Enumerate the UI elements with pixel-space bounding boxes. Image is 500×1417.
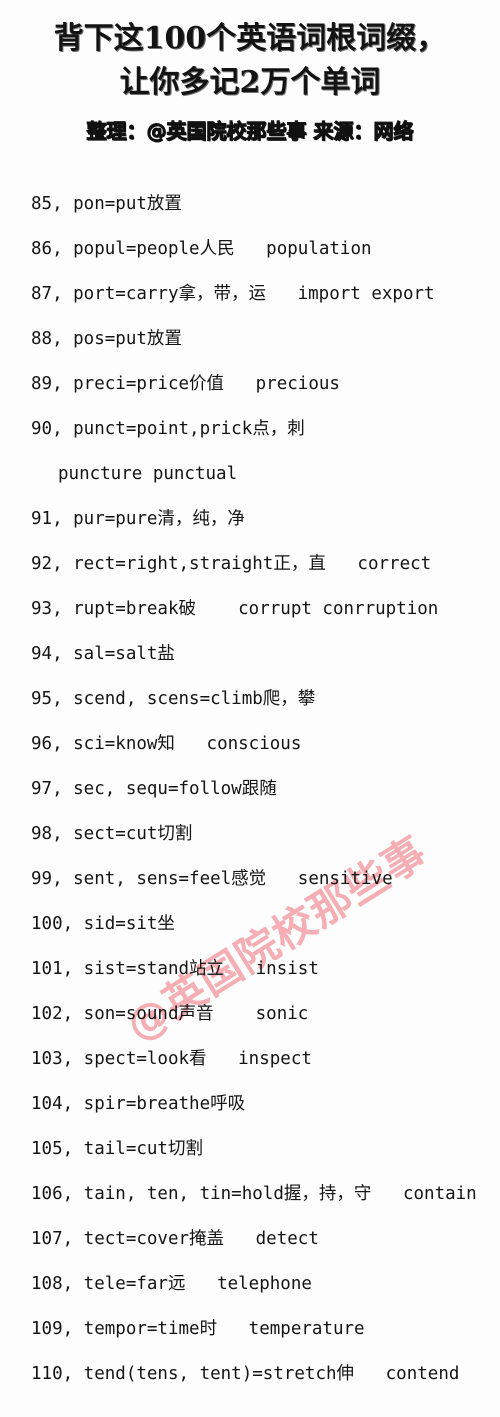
list-item: 104, spir=breathe呼吸	[31, 1094, 246, 1114]
list-item: 106, tain, ten, tin=hold握，持，守 contain	[31, 1184, 477, 1204]
list-item: 89, preci=price价值 precious	[31, 374, 340, 394]
list-item: 85, pon=put放置	[31, 194, 182, 214]
list-item: 103, spect=look看 inspect	[31, 1049, 312, 1069]
list-item: 110, tend(tens, tent)=stretch伸 contend	[31, 1364, 460, 1384]
list-item: 87, port=carry拿，带，运 import export	[31, 284, 435, 304]
list-item: 107, tect=cover掩盖 detect	[31, 1229, 319, 1249]
page-subtitle-credit: 整理：@英国院校那些事 来源：网络	[86, 119, 414, 144]
list-item: 100, sid=sit坐	[31, 914, 175, 934]
list-item: 95, scend, scens=climb爬，攀	[31, 689, 316, 709]
list-item: 102, son=sound声音 sonic	[31, 1004, 309, 1024]
list-item: 88, pos=put放置	[31, 329, 182, 349]
list-item: 98, sect=cut切割	[31, 824, 193, 844]
list-item: 94, sal=salt盐	[31, 644, 175, 664]
list-item: 105, tail=cut切割	[31, 1139, 203, 1159]
list-item: 93, rupt=break破 corrupt conrruption	[31, 599, 439, 619]
word-root-list: 85, pon=put放置 86, popul=people人民 populati…	[0, 182, 500, 1397]
list-item: 96, sci=know知 conscious	[31, 734, 302, 754]
page-title-line-1: 背下这100个英语词根词缀，	[53, 21, 447, 56]
header: 背下这100个英语词根词缀， 让你多记2万个单词 整理：@英国院校那些事 来源：…	[0, 0, 500, 145]
list-item: 91, pur=pure清，纯，净	[31, 509, 245, 529]
page-title-line-2: 让你多记2万个单词	[119, 65, 381, 100]
list-item: 97, sec, sequ=follow跟随	[31, 779, 277, 799]
list-item: 101, sist=stand站立 insist	[31, 959, 319, 979]
page-root: 背下这100个英语词根词缀， 让你多记2万个单词 整理：@英国院校那些事 来源：…	[0, 0, 500, 1417]
list-item: 92, rect=right,straight正，直 correct	[31, 554, 432, 574]
list-item: 99, sent, sens=feel感觉 sensitive	[31, 869, 393, 889]
list-item: 108, tele=far远 telephone	[31, 1274, 312, 1294]
list-item: 90, punct=point,prick点，刺	[31, 419, 305, 439]
list-item: puncture punctual	[58, 464, 238, 484]
list-item: 109, tempor=time时 temperature	[31, 1319, 365, 1339]
list-item: 86, popul=people人民 population	[31, 239, 372, 259]
